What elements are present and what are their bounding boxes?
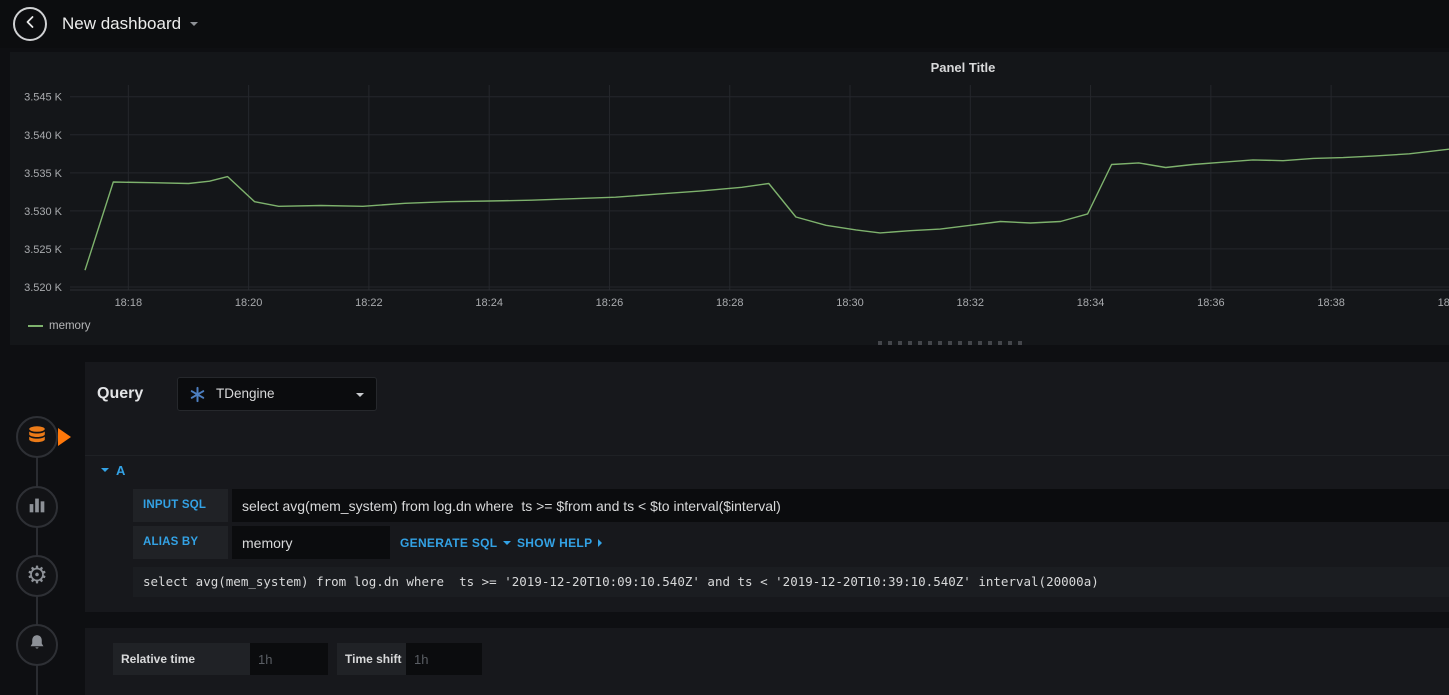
svg-text:18:40: 18:40 — [1438, 297, 1449, 309]
arrow-left-icon — [22, 14, 38, 35]
time-shift-input[interactable] — [406, 643, 482, 675]
generate-sql-button[interactable]: GENERATE SQL — [400, 526, 512, 559]
svg-text:18:30: 18:30 — [836, 297, 864, 309]
time-series-chart[interactable]: 18:18 18:20 18:22 18:24 18:26 18:28 18:30 18:32… — [10, 80, 1449, 317]
tab-visualization[interactable] — [16, 486, 58, 528]
alias-by-label: ALIAS BY — [133, 526, 228, 559]
svg-text:18:22: 18:22 — [355, 297, 383, 309]
relative-time-label: Relative time — [113, 643, 250, 675]
time-shift-label: Time shift — [337, 643, 406, 675]
dashboard-title[interactable]: New dashboard — [62, 0, 199, 48]
bar-chart-icon — [26, 494, 48, 521]
svg-text:18:24: 18:24 — [475, 297, 503, 309]
datasource-name: TDengine — [216, 386, 275, 401]
tab-alert[interactable] — [16, 624, 58, 666]
dashboard-title-text: New dashboard — [62, 14, 182, 33]
chevron-right-icon — [598, 538, 603, 547]
horizontal-scrollbar[interactable] — [878, 341, 1028, 345]
back-button[interactable] — [13, 7, 47, 41]
svg-text:3.535 K: 3.535 K — [24, 168, 63, 180]
input-sql-row: INPUT SQL — [133, 489, 1449, 522]
generated-sql-text: select avg(mem_system) from log.dn where… — [133, 567, 1449, 597]
svg-text:3.540 K: 3.540 K — [24, 130, 63, 142]
svg-text:18:38: 18:38 — [1317, 297, 1345, 309]
bell-icon — [26, 632, 48, 659]
tdengine-logo-icon — [189, 386, 206, 408]
svg-text:18:20: 18:20 — [235, 297, 263, 309]
svg-text:3.525 K: 3.525 K — [24, 244, 63, 256]
svg-text:18:18: 18:18 — [115, 297, 143, 309]
svg-text:18:26: 18:26 — [596, 297, 624, 309]
show-help-label: SHOW HELP — [517, 535, 593, 550]
gear-icon: ⚙ — [26, 562, 48, 589]
database-icon — [26, 424, 48, 451]
query-row-header[interactable]: A — [85, 455, 1449, 484]
input-sql-label: INPUT SQL — [133, 489, 228, 522]
panel-title[interactable]: Panel Title — [900, 60, 1026, 75]
grafana-panel-edit-page: New dashboard Panel Title 18:18 18:20 18:2… — [0, 0, 1449, 695]
datasource-picker[interactable]: TDengine — [177, 377, 377, 411]
query-ref-id: A — [116, 462, 126, 478]
show-help-button[interactable]: SHOW HELP — [517, 526, 603, 559]
query-header: Query TDengine — [97, 377, 1449, 411]
legend-swatch — [28, 325, 43, 327]
legend-label: memory — [49, 320, 91, 332]
query-editor-card: Query TDengine A INPUT SQL select avg(me… — [85, 362, 1449, 612]
active-tab-arrow-icon — [58, 428, 71, 446]
svg-text:18:36: 18:36 — [1197, 297, 1225, 309]
chevron-down-icon — [356, 393, 364, 397]
svg-text:3.520 K: 3.520 K — [24, 282, 63, 294]
svg-text:3.530 K: 3.530 K — [24, 206, 63, 218]
tab-general[interactable]: ⚙ — [16, 555, 58, 597]
collapse-chevron-icon — [101, 468, 109, 472]
top-navbar: New dashboard — [0, 0, 1449, 48]
query-section-label: Query — [97, 385, 144, 402]
svg-text:3.545 K: 3.545 K — [24, 92, 63, 104]
relative-time-input[interactable] — [250, 643, 328, 675]
svg-text:18:34: 18:34 — [1077, 297, 1105, 309]
time-options-card: Relative time Time shift — [85, 628, 1449, 695]
generate-sql-label: GENERATE SQL — [400, 535, 498, 550]
input-sql-field[interactable] — [232, 489, 1449, 522]
legend-item-memory[interactable]: memory — [28, 320, 91, 332]
graph-panel: Panel Title 18:18 18:20 18:22 18:24 18:26 18:… — [10, 52, 1449, 345]
svg-text:18:32: 18:32 — [957, 297, 985, 309]
svg-text:18:28: 18:28 — [716, 297, 744, 309]
chevron-down-icon — [503, 540, 512, 545]
alias-by-field[interactable] — [232, 526, 390, 559]
tab-queries[interactable] — [16, 416, 58, 458]
chart-legend: memory — [28, 318, 91, 334]
alias-by-row: ALIAS BY GENERATE SQL SHOW HELP — [133, 526, 1449, 559]
chevron-down-icon — [190, 22, 199, 26]
